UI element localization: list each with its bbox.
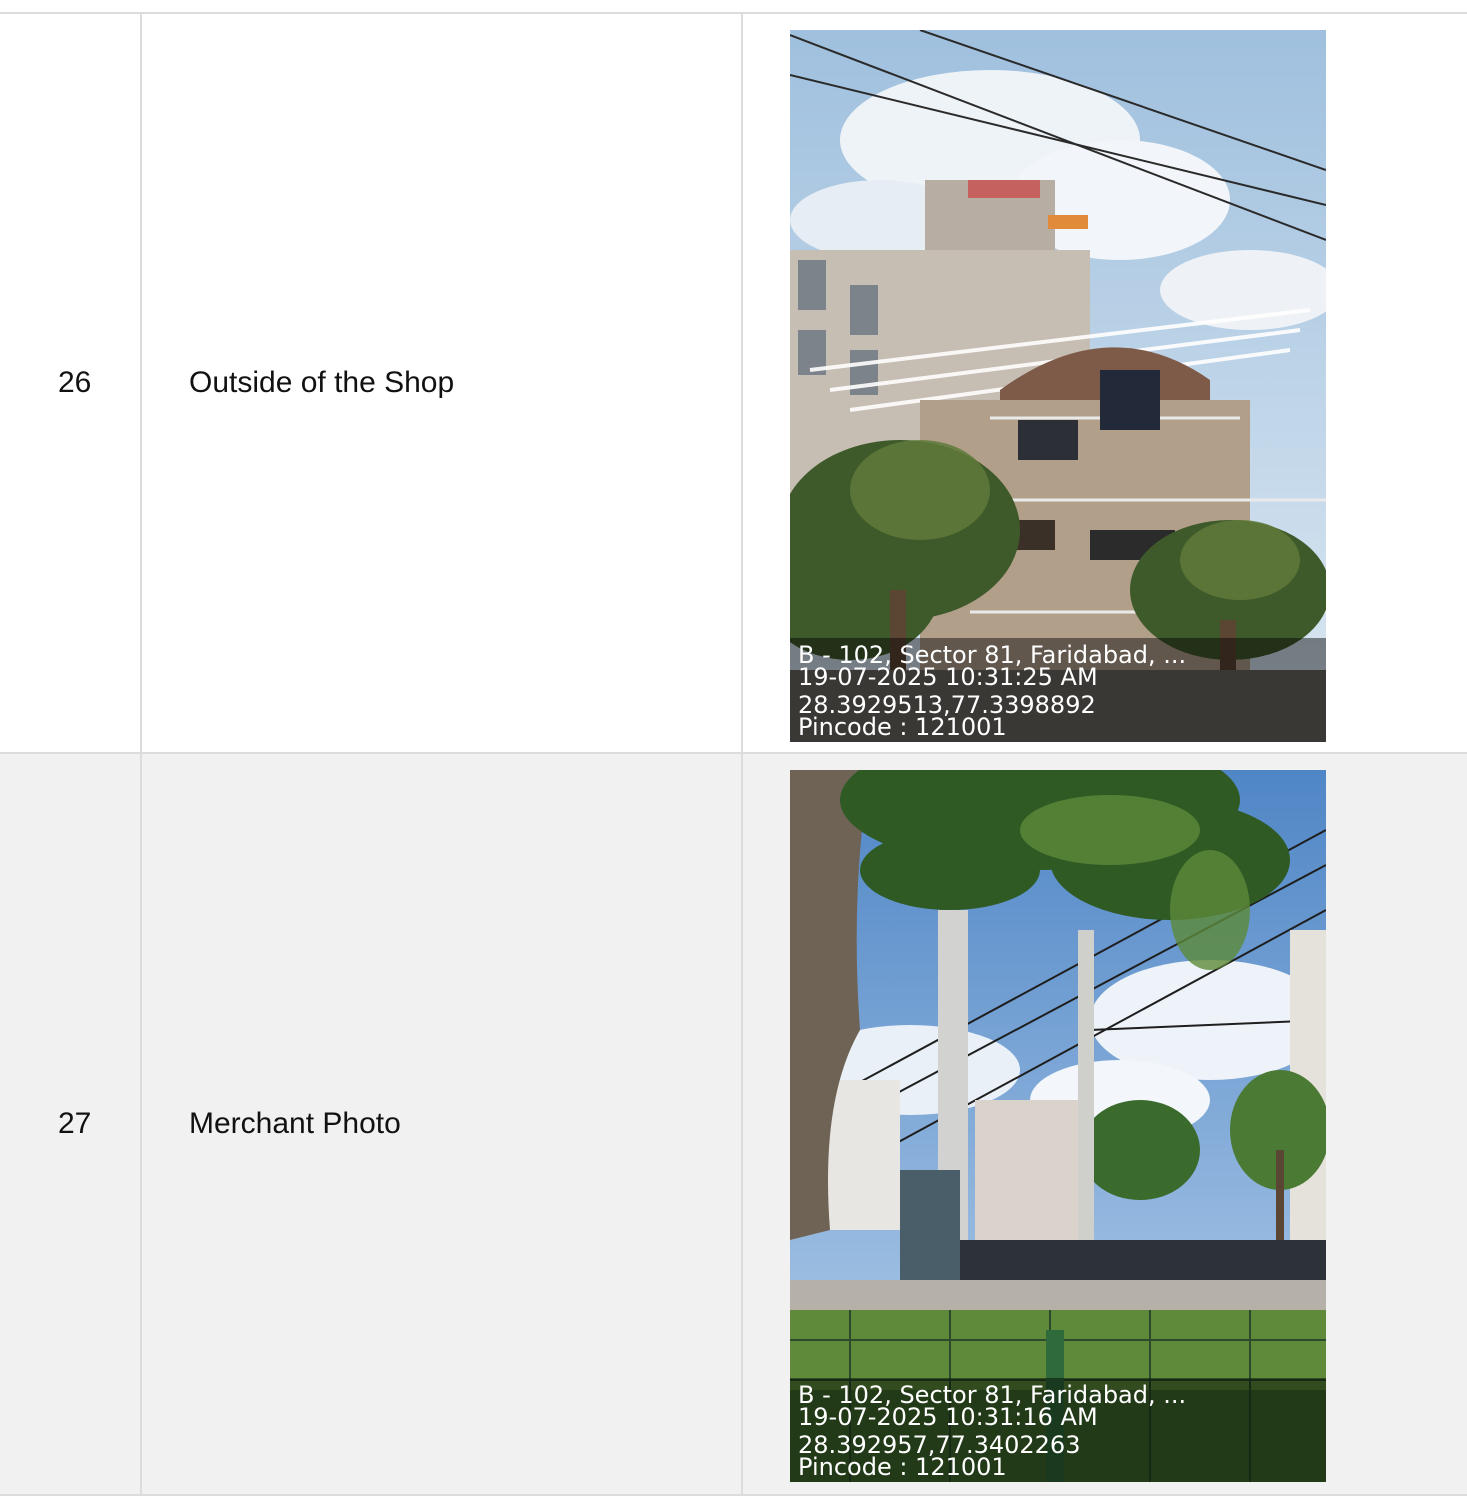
merchant-image bbox=[790, 770, 1326, 1482]
photo-cell: B - 102, Sector 81, Faridabad, ... 19-07… bbox=[743, 754, 1467, 1494]
row-number: 27 bbox=[0, 754, 142, 1494]
shop-exterior-image bbox=[790, 30, 1326, 742]
geotag-datetime: 19-07-2025 10:31:16 AM bbox=[798, 1403, 1098, 1431]
shop-exterior-photo[interactable]: B - 102, Sector 81, Faridabad, ... 19-07… bbox=[790, 30, 1326, 742]
row-label: Merchant Photo bbox=[142, 754, 743, 1494]
geotag-datetime: 19-07-2025 10:31:25 AM bbox=[798, 663, 1098, 691]
merchant-photo[interactable]: B - 102, Sector 81, Faridabad, ... 19-07… bbox=[790, 770, 1326, 1482]
photo-table: 26 Outside of the Shop B - 102, Sector 8… bbox=[0, 12, 1467, 1496]
geotag-pincode: Pincode : 121001 bbox=[798, 1453, 1007, 1481]
geotag-overlay: B - 102, Sector 81, Faridabad, ... 19-07… bbox=[790, 1378, 1326, 1482]
row-number: 26 bbox=[0, 14, 142, 752]
table-row: 26 Outside of the Shop B - 102, Sector 8… bbox=[0, 14, 1467, 754]
row-label: Outside of the Shop bbox=[142, 14, 743, 752]
geotag-overlay: B - 102, Sector 81, Faridabad, ... 19-07… bbox=[790, 638, 1326, 742]
table-row: 27 Merchant Photo B - 102, Sector 81, Fa… bbox=[0, 754, 1467, 1496]
photo-cell: B - 102, Sector 81, Faridabad, ... 19-07… bbox=[743, 14, 1467, 752]
geotag-pincode: Pincode : 121001 bbox=[798, 713, 1007, 741]
